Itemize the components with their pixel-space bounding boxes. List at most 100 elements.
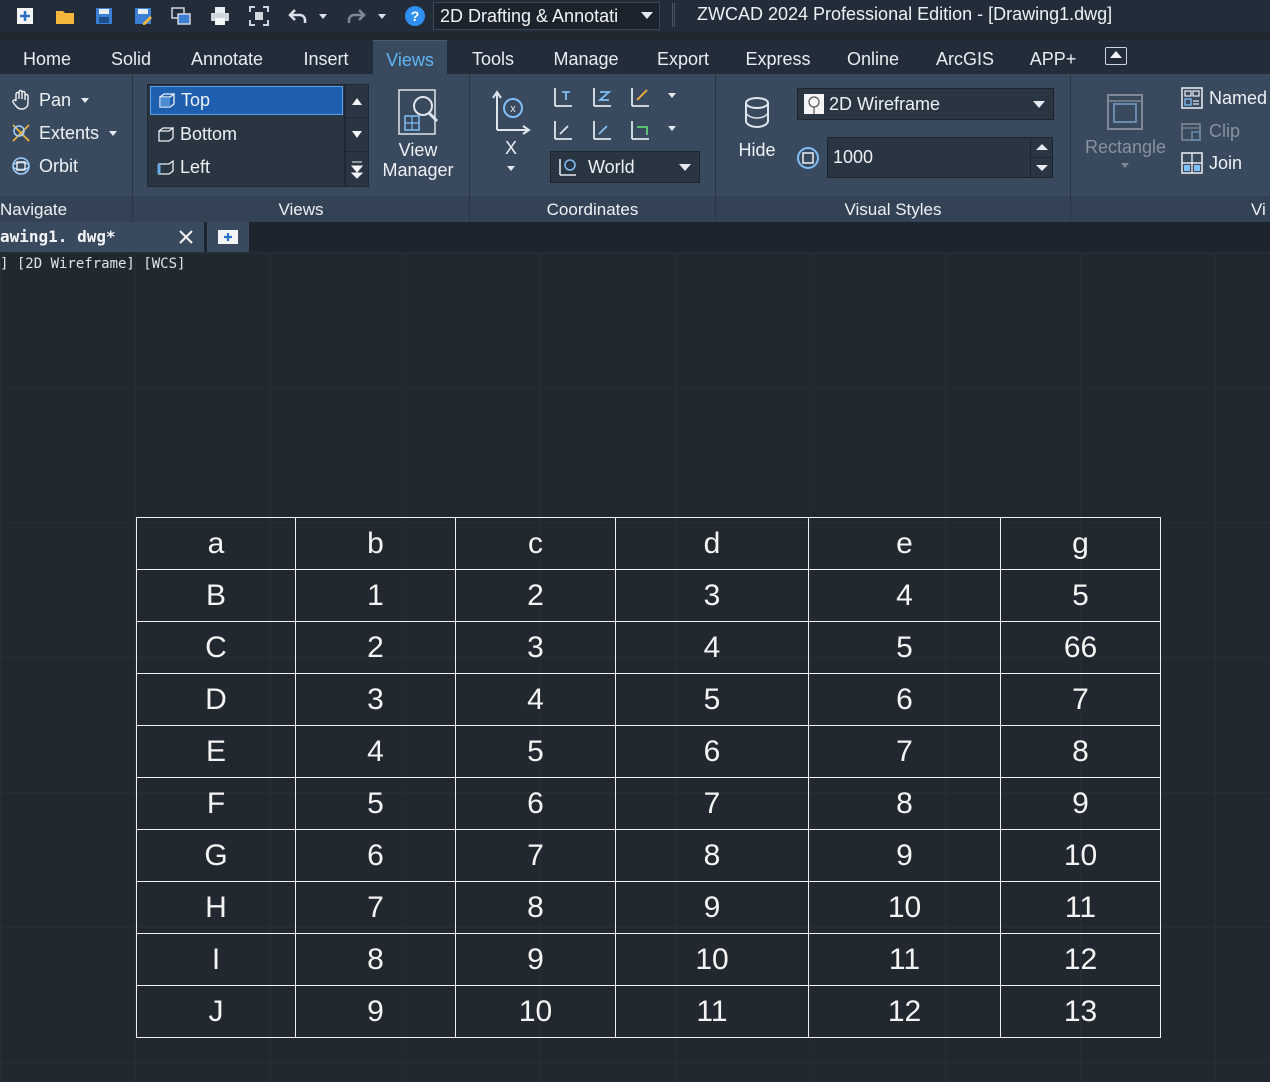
ucs-world-button[interactable] (550, 117, 576, 143)
document-tab[interactable]: awing1. dwg* (0, 222, 204, 252)
table-cell[interactable]: 10 (615, 933, 809, 986)
join-viewports-button[interactable]: Join (1180, 151, 1242, 175)
table-cell[interactable]: 9 (455, 933, 616, 986)
close-icon[interactable] (176, 227, 196, 247)
table-cell[interactable]: 66 (1000, 621, 1161, 674)
window-icon[interactable] (166, 1, 196, 31)
pan-button[interactable]: Pan (10, 89, 90, 111)
table-cell[interactable]: 9 (1000, 777, 1161, 830)
views-list[interactable]: Top Bottom Left (147, 84, 345, 187)
table-cell[interactable]: 2 (455, 569, 616, 622)
ucs-object-button[interactable] (627, 117, 653, 143)
table-cell[interactable]: 5 (808, 621, 1001, 674)
ucs-3point-button[interactable] (627, 84, 653, 110)
table-cell[interactable]: 8 (295, 933, 456, 986)
save-as-icon[interactable] (128, 1, 158, 31)
tab-insert[interactable]: Insert (290, 40, 362, 74)
table-cell[interactable]: 9 (615, 881, 809, 934)
table-cell[interactable]: 12 (1000, 933, 1161, 986)
undo-dropdown-icon[interactable] (313, 1, 333, 31)
table-cell[interactable]: 4 (808, 569, 1001, 622)
redo-icon[interactable] (341, 1, 371, 31)
spin-down-button[interactable] (1030, 158, 1052, 178)
table-cell[interactable]: 2 (295, 621, 456, 674)
table-cell[interactable]: 11 (808, 933, 1001, 986)
workspace-dropdown[interactable]: 2D Drafting & Annotati (433, 2, 660, 30)
table-cell[interactable]: 4 (455, 673, 616, 726)
print-icon[interactable] (205, 1, 235, 31)
table-cell[interactable]: 13 (1000, 985, 1161, 1038)
undo-icon[interactable] (283, 1, 313, 31)
rectangle-viewport-button[interactable]: Rectangle (1085, 92, 1166, 168)
x-rotate-button[interactable]: x X (486, 86, 536, 171)
save-icon[interactable] (89, 1, 119, 31)
ucs-y-button[interactable] (550, 84, 576, 110)
new-tab-button[interactable] (207, 222, 249, 252)
table-cell[interactable]: 7 (1000, 673, 1161, 726)
table-cell[interactable]: 5 (1000, 569, 1161, 622)
table-cell[interactable]: 3 (615, 569, 809, 622)
zoom-extents-icon[interactable] (244, 1, 274, 31)
table-cell[interactable]: 9 (295, 985, 456, 1038)
expand-list-button[interactable] (346, 153, 368, 186)
table-cell[interactable]: 5 (615, 673, 809, 726)
view-item-top[interactable]: Top (150, 86, 343, 115)
table-cell[interactable]: 1 (295, 569, 456, 622)
chevron-down-icon[interactable] (668, 93, 676, 98)
table-cell[interactable]: 10 (1000, 829, 1161, 882)
scroll-down-button[interactable] (346, 119, 368, 152)
redo-dropdown-icon[interactable] (372, 1, 392, 31)
ucs-z-button[interactable] (589, 84, 615, 110)
open-folder-icon[interactable] (50, 1, 80, 31)
table-cell[interactable]: g (1000, 517, 1161, 570)
tab-solid[interactable]: Solid (96, 40, 166, 74)
tab-online[interactable]: Online (834, 40, 912, 74)
table-cell[interactable]: 9 (808, 829, 1001, 882)
table-cell[interactable]: 8 (615, 829, 809, 882)
tab-arcgis[interactable]: ArcGIS (926, 40, 1004, 74)
table-cell[interactable]: 6 (808, 673, 1001, 726)
table-cell[interactable]: G (136, 829, 296, 882)
table-cell[interactable]: 11 (1000, 881, 1161, 934)
table-cell[interactable]: 8 (1000, 725, 1161, 778)
help-icon[interactable]: ? (400, 1, 430, 31)
new-icon[interactable] (11, 1, 41, 31)
table-cell[interactable]: 8 (808, 777, 1001, 830)
table-cell[interactable]: C (136, 621, 296, 674)
table-cell[interactable]: 6 (295, 829, 456, 882)
table-cell[interactable]: 10 (808, 881, 1001, 934)
table-cell[interactable]: 7 (455, 829, 616, 882)
tab-manage[interactable]: Manage (540, 40, 632, 74)
ribbon-collapse-button[interactable] (1105, 47, 1127, 65)
orbit-button[interactable]: Orbit (10, 155, 78, 177)
clip-viewport-button[interactable]: Clip (1180, 119, 1240, 143)
table-cell[interactable]: 3 (455, 621, 616, 674)
drawing-table[interactable]: a b c d e g B 1 2 3 4 5 C 2 3 4 5 66 D 3 4 5 6 7 E 4 5 6 7 8 F 5 6 7 8 9 G 6 7… (136, 517, 1161, 1038)
tab-export[interactable]: Export (645, 40, 721, 74)
extents-button[interactable]: Extents (10, 122, 118, 144)
table-cell[interactable]: D (136, 673, 296, 726)
visual-style-dropdown[interactable]: 2D Wireframe (797, 88, 1054, 120)
table-cell[interactable]: 4 (615, 621, 809, 674)
ucs-dropdown[interactable]: World (550, 151, 700, 183)
table-cell[interactable]: 7 (808, 725, 1001, 778)
table-cell[interactable]: 5 (455, 725, 616, 778)
table-cell[interactable]: 10 (455, 985, 616, 1038)
table-cell[interactable]: 11 (615, 985, 809, 1038)
table-cell[interactable]: F (136, 777, 296, 830)
table-cell[interactable]: J (136, 985, 296, 1038)
table-cell[interactable]: 5 (295, 777, 456, 830)
table-cell[interactable]: 4 (295, 725, 456, 778)
face-value-spinner[interactable]: 1000 (827, 137, 1053, 178)
table-cell[interactable]: d (615, 517, 809, 570)
tab-app-plus[interactable]: APP+ (1018, 40, 1088, 74)
table-cell[interactable]: 6 (615, 725, 809, 778)
table-cell[interactable]: H (136, 881, 296, 934)
table-cell[interactable]: c (455, 517, 616, 570)
table-cell[interactable]: 12 (808, 985, 1001, 1038)
table-cell[interactable]: b (295, 517, 456, 570)
ucs-previous-button[interactable] (589, 117, 615, 143)
table-cell[interactable]: 6 (455, 777, 616, 830)
table-cell[interactable]: 7 (615, 777, 809, 830)
spin-up-button[interactable] (1030, 138, 1052, 158)
